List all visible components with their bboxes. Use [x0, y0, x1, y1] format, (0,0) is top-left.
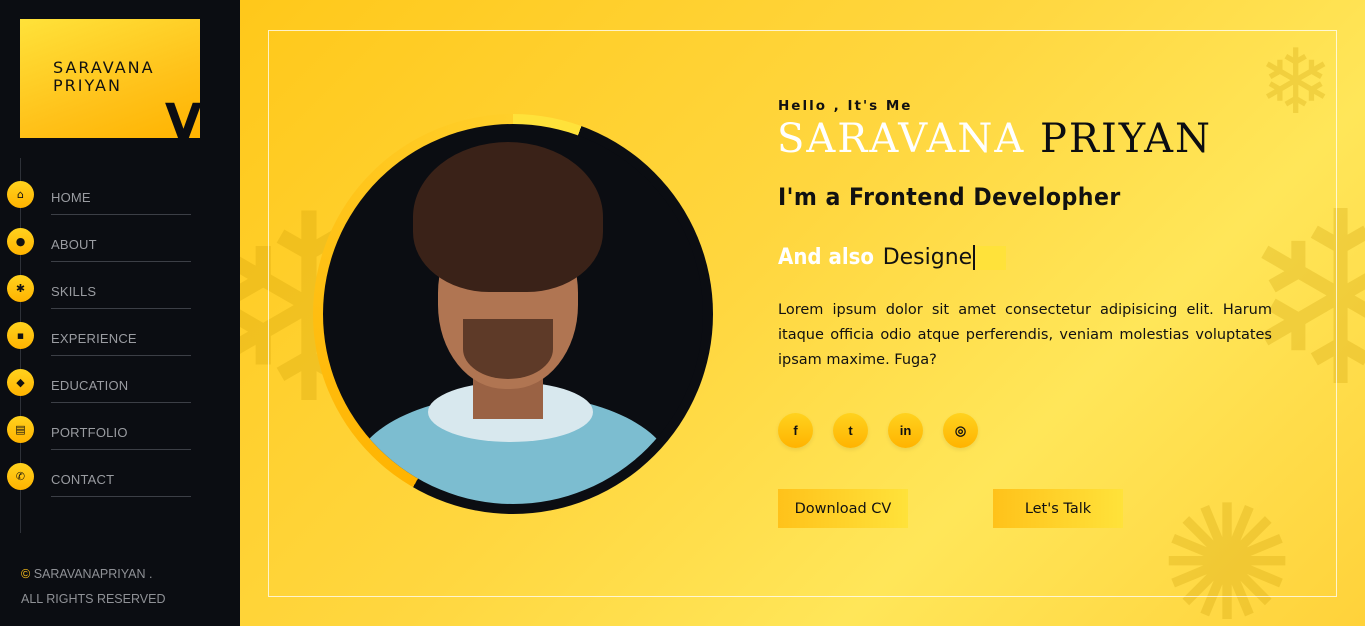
role-title: I'm a Frontend Developher [778, 183, 1121, 211]
photo-hair [413, 142, 603, 292]
first-name: SARAVANA [777, 116, 1026, 162]
typing-cursor [976, 245, 1007, 270]
nav-item-education[interactable]: ◆ EDUCATION [7, 366, 197, 413]
nav-label: ABOUT [51, 237, 191, 262]
logo-text: SARAVANA PRIYAN [53, 59, 155, 95]
home-icon: ⌂ [7, 181, 34, 208]
last-name: PRIYAN [1039, 116, 1212, 162]
nav-item-portfolio[interactable]: ▤ PORTFOLIO [7, 413, 197, 460]
hero-section: ❄ ❄ ❄ ✺ Hello , It's Me SARAVANA PRIYAN … [240, 0, 1365, 626]
nav-label: EDUCATION [51, 378, 191, 403]
profile-photo [323, 124, 703, 504]
nav-item-skills[interactable]: ✱ SKILLS [7, 272, 197, 319]
nav-item-home[interactable]: ⌂ HOME [7, 178, 197, 225]
graduation-cap-icon: ◆ [7, 369, 34, 396]
linkedin-icon[interactable]: in [888, 413, 923, 448]
instagram-icon[interactable]: ◎ [943, 413, 978, 448]
lets-talk-button[interactable]: Let's Talk [993, 489, 1123, 528]
logo-mark: V [164, 94, 200, 138]
photo-beard [463, 319, 553, 379]
sidebar: SARAVANA PRIYAN V ⌂ HOME ● ABOUT ✱ SKILL… [0, 0, 240, 626]
facebook-icon[interactable]: f [778, 413, 813, 448]
logo-line-2: PRIYAN [53, 76, 122, 95]
nav-item-about[interactable]: ● ABOUT [7, 225, 197, 272]
nav-label: EXPERIENCE [51, 331, 191, 356]
portfolio-icon: ▤ [7, 416, 34, 443]
copyright-symbol: © [21, 567, 31, 581]
download-cv-button[interactable]: Download CV [778, 489, 908, 528]
nav-label: PORTFOLIO [51, 425, 191, 450]
gear-icon: ✱ [7, 275, 34, 302]
typing-lead: And also [778, 245, 875, 270]
logo-line-1: SARAVANA [53, 58, 155, 77]
briefcase-icon: ▪ [7, 322, 34, 349]
hero-description: Lorem ipsum dolor sit amet consectetur a… [778, 302, 1272, 368]
user-icon: ● [7, 228, 34, 255]
sidebar-nav: ⌂ HOME ● ABOUT ✱ SKILLS ▪ EXPERIENCE ◆ E… [7, 178, 197, 507]
copyright-rights: ALL RIGHTS RESERVED [21, 592, 166, 606]
nav-label: CONTACT [51, 472, 191, 497]
nav-label: HOME [51, 190, 191, 215]
nav-item-experience[interactable]: ▪ EXPERIENCE [7, 319, 197, 366]
typing-text: Designe [883, 245, 976, 270]
logo[interactable]: SARAVANA PRIYAN V [20, 19, 200, 138]
nav-label: SKILLS [51, 284, 191, 309]
phone-icon: ✆ [7, 463, 34, 490]
greeting: Hello , It's Me [778, 98, 913, 114]
hero-name: SARAVANA PRIYAN [777, 116, 1212, 162]
twitter-icon[interactable]: t [833, 413, 868, 448]
social-links: f t in ◎ [778, 413, 978, 448]
nav-item-contact[interactable]: ✆ CONTACT [7, 460, 197, 507]
typing-line: And also Designe [778, 245, 1007, 270]
copyright-owner: SARAVANAPRIYAN . [33, 567, 153, 581]
copyright: © SARAVANAPRIYAN . ALL RIGHTS RESERVED [21, 562, 166, 612]
